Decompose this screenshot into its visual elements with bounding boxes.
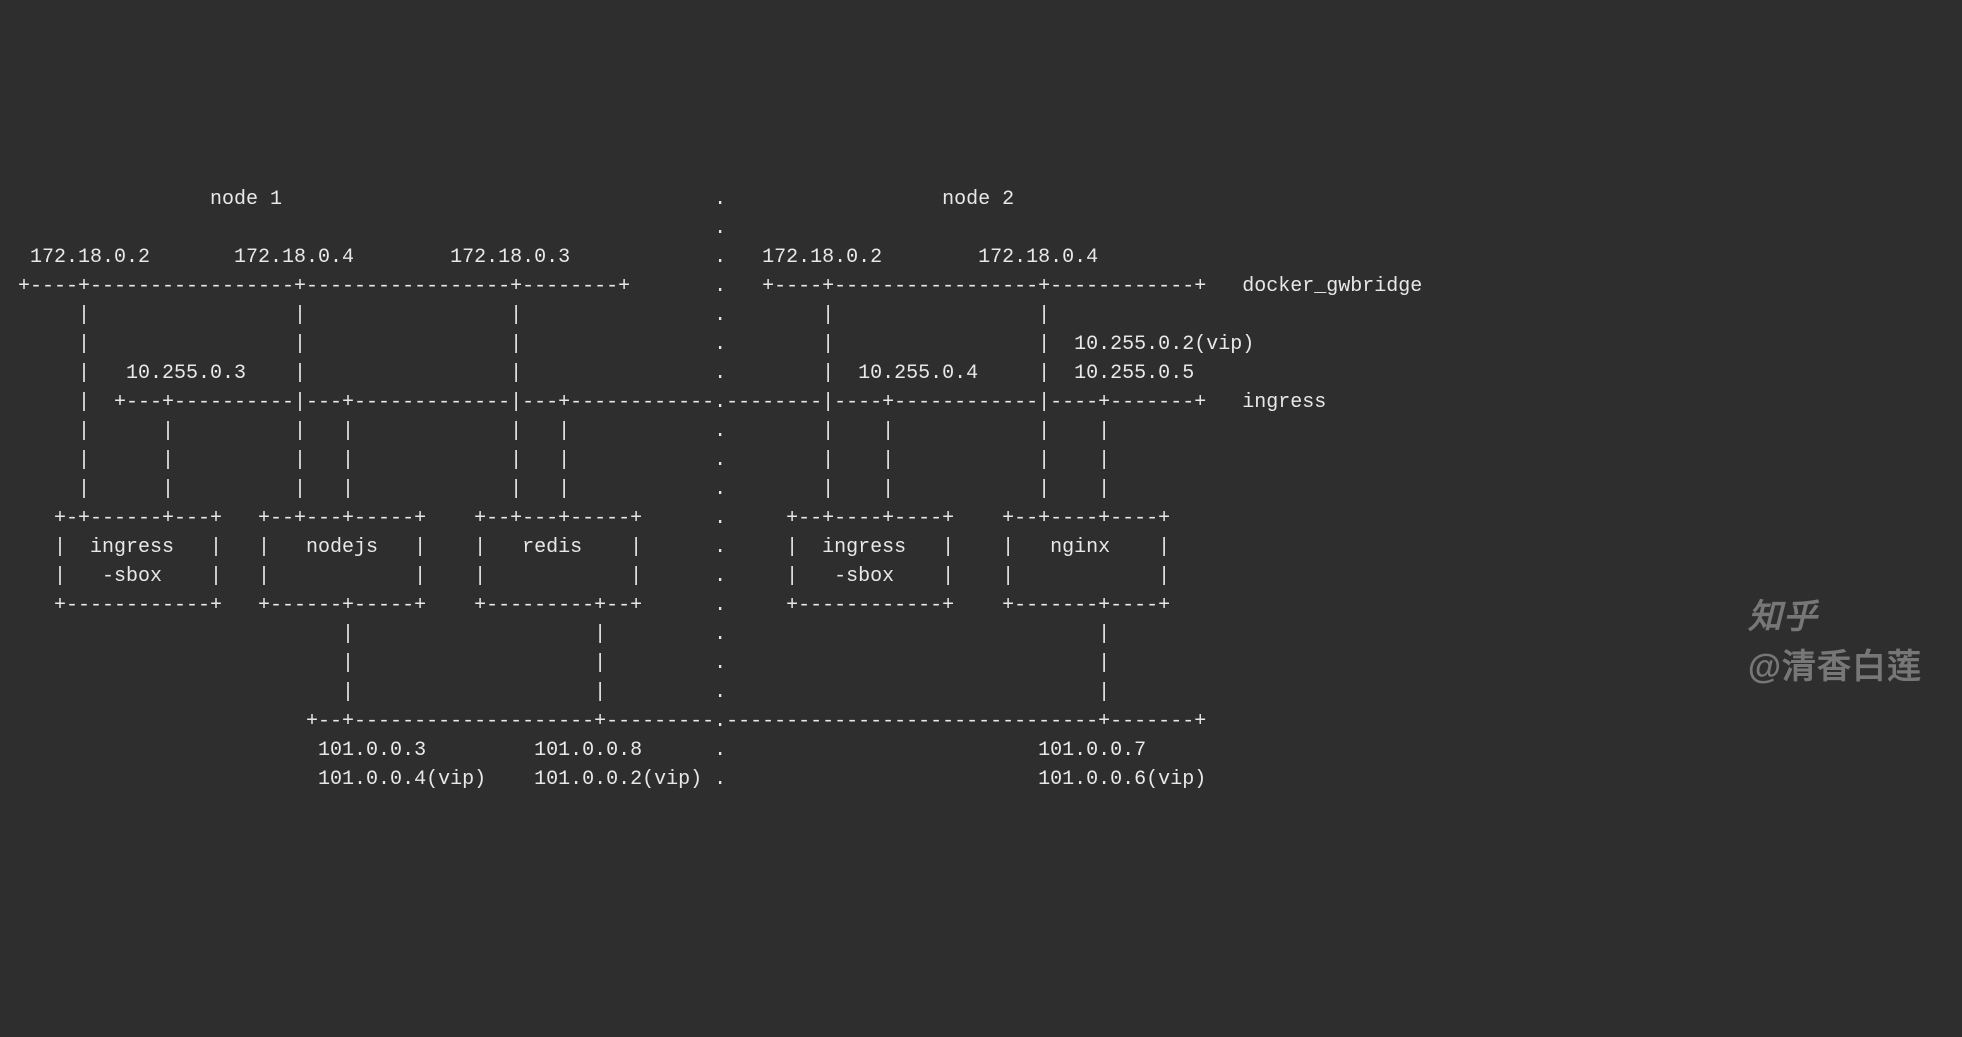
network-diagram: node 1 . node 2 . 172.18.0.2 172.18.0.4 …	[0, 165, 1962, 814]
